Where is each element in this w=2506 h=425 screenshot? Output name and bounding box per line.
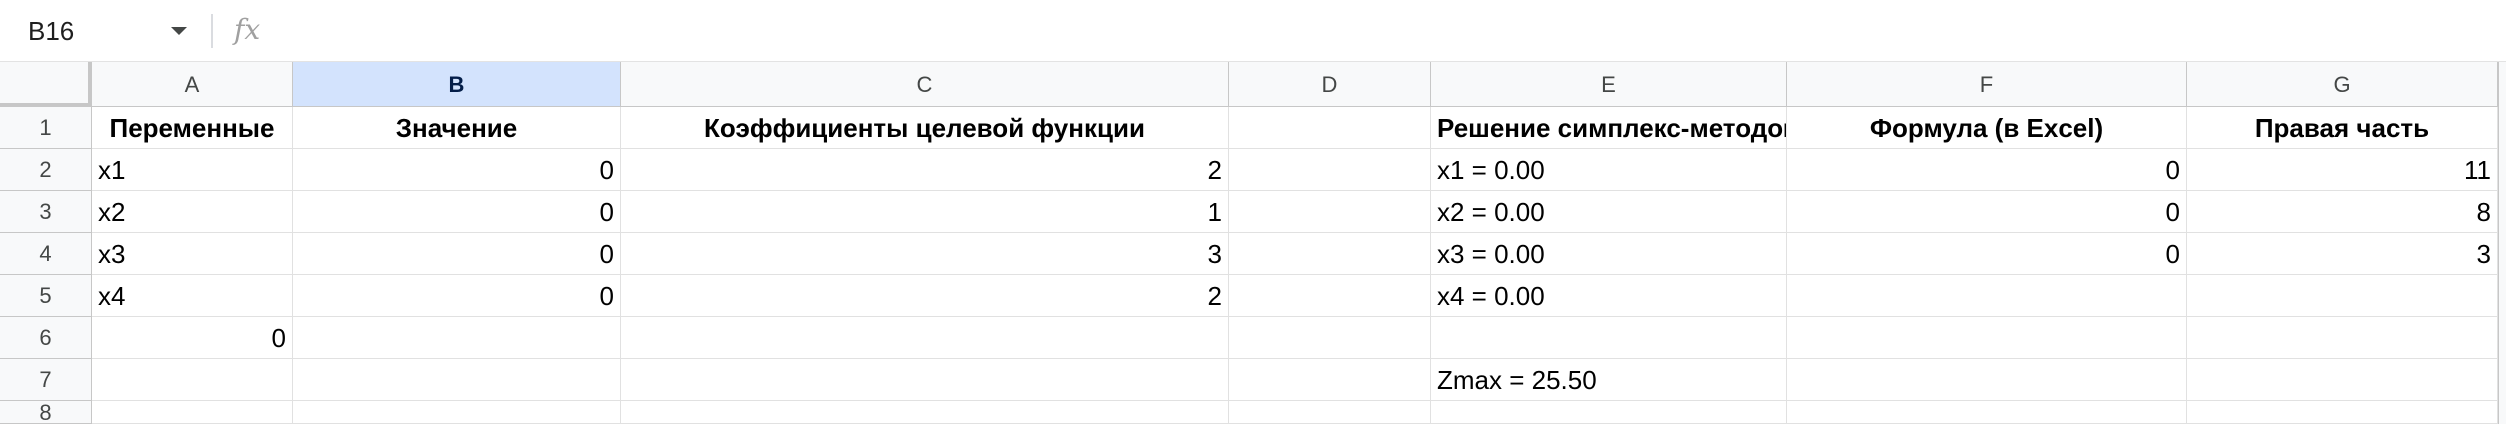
cell-c5[interactable]: 2 [621,275,1229,317]
cell-e3[interactable]: x2 = 0.00 [1431,191,1787,233]
cell-c4[interactable]: 3 [621,233,1229,275]
cell-c8[interactable] [621,401,1229,424]
cell-b4[interactable]: 0 [293,233,621,275]
cell-b8[interactable] [293,401,621,424]
cell-a6[interactable]: 0 [92,317,293,359]
cell-b7[interactable] [293,359,621,401]
vertical-scrollbar[interactable] [2498,62,2506,424]
cell-f5[interactable] [1787,275,2187,317]
row-header-2[interactable]: 2 [0,149,92,191]
cell-b2[interactable]: 0 [293,149,621,191]
spreadsheet-grid: A B C D E F G 1 Переменные Значение Коэффициенты ц… [0,62,2506,424]
cell-d4[interactable] [1229,233,1431,275]
name-box[interactable]: B16 [0,0,205,62]
row-header-3[interactable]: 3 [0,191,92,233]
row-header-7[interactable]: 7 [0,359,92,401]
cell-d2[interactable] [1229,149,1431,191]
formula-bar-divider [211,14,213,48]
cell-a7[interactable] [92,359,293,401]
function-icon: fx [234,13,261,46]
cell-d3[interactable] [1229,191,1431,233]
cell-g5[interactable] [2187,275,2498,317]
cell-d1[interactable] [1229,107,1431,149]
column-header-d[interactable]: D [1229,62,1431,107]
cell-d7[interactable] [1229,359,1431,401]
name-box-value[interactable]: B16 [28,14,74,48]
cell-a3[interactable]: x2 [92,191,293,233]
cell-c2[interactable]: 2 [621,149,1229,191]
row-header-4[interactable]: 4 [0,233,92,275]
row-header-6[interactable]: 6 [0,317,92,359]
cell-a2[interactable]: x1 [92,149,293,191]
cell-f7[interactable] [1787,359,2187,401]
column-header-f[interactable]: F [1787,62,2187,107]
formula-bar: B16 fx [0,0,2506,62]
row-header-5[interactable]: 5 [0,275,92,317]
cell-b6[interactable] [293,317,621,359]
cell-e6[interactable] [1431,317,1787,359]
row-header-1[interactable]: 1 [0,107,92,149]
cell-f2[interactable]: 0 [1787,149,2187,191]
cell-f6[interactable] [1787,317,2187,359]
cell-d5[interactable] [1229,275,1431,317]
row-header-8[interactable]: 8 [0,401,92,424]
column-header-e[interactable]: E [1431,62,1787,107]
select-all-corner[interactable] [0,62,92,107]
column-header-b[interactable]: B [293,62,621,107]
cell-g8[interactable] [2187,401,2498,424]
cell-f4[interactable]: 0 [1787,233,2187,275]
cell-e8[interactable] [1431,401,1787,424]
cell-g7[interactable] [2187,359,2498,401]
cell-e4[interactable]: x3 = 0.00 [1431,233,1787,275]
column-header-a[interactable]: A [92,62,293,107]
cell-g2[interactable]: 11 [2187,149,2498,191]
cell-d8[interactable] [1229,401,1431,424]
cell-g3[interactable]: 8 [2187,191,2498,233]
cell-f8[interactable] [1787,401,2187,424]
formula-input[interactable] [290,12,2470,48]
cell-e7[interactable]: Zmax = 25.50 [1431,359,1787,401]
cell-f1[interactable]: Формула (в Excel) [1787,107,2187,149]
cell-g1[interactable]: Правая часть [2187,107,2498,149]
chevron-down-icon[interactable] [171,27,187,35]
cell-g6[interactable] [2187,317,2498,359]
cell-f3[interactable]: 0 [1787,191,2187,233]
column-header-g[interactable]: G [2187,62,2498,107]
cell-c3[interactable]: 1 [621,191,1229,233]
cell-b3[interactable]: 0 [293,191,621,233]
cell-e1[interactable]: Решение симплекс-методом [1431,107,1787,149]
cell-a8[interactable] [92,401,293,424]
cell-b1[interactable]: Значение [293,107,621,149]
cell-a1[interactable]: Переменные [92,107,293,149]
cell-e5[interactable]: x4 = 0.00 [1431,275,1787,317]
cell-a5[interactable]: x4 [92,275,293,317]
cell-c7[interactable] [621,359,1229,401]
column-header-c[interactable]: C [621,62,1229,107]
cell-c6[interactable] [621,317,1229,359]
cell-g4[interactable]: 3 [2187,233,2498,275]
cell-b5[interactable]: 0 [293,275,621,317]
cell-e2[interactable]: x1 = 0.00 [1431,149,1787,191]
cell-d6[interactable] [1229,317,1431,359]
cell-c1[interactable]: Коэффициенты целевой функции [621,107,1229,149]
cell-a4[interactable]: x3 [92,233,293,275]
